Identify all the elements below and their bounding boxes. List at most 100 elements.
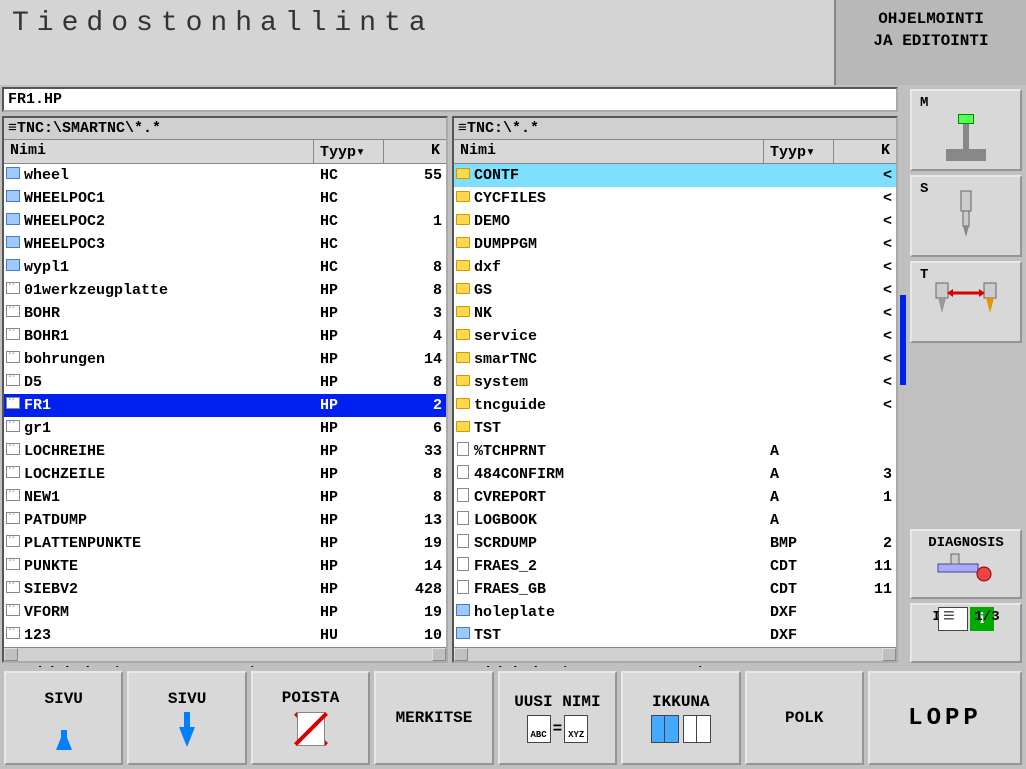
file-icon — [4, 351, 22, 368]
file-row[interactable]: 123 HU 10 — [4, 624, 446, 647]
left-headers[interactable]: Nimi Tyyp▾ K — [4, 140, 446, 164]
window-layout-icon — [651, 715, 711, 743]
end-button[interactable]: LOPP — [868, 671, 1022, 765]
tool-change-icon — [912, 278, 1020, 333]
tool-button[interactable]: T — [910, 261, 1022, 343]
file-icon — [454, 557, 472, 576]
file-row[interactable]: PLATTENPUNKTE HP 19 — [4, 532, 446, 555]
file-row[interactable]: CONTF < — [454, 164, 896, 187]
file-row[interactable]: system < — [454, 371, 896, 394]
window-button[interactable]: IKKUNA — [621, 671, 740, 765]
file-row[interactable]: holeplate DXF — [454, 601, 896, 624]
right-headers[interactable]: Nimi Tyyp▾ K — [454, 140, 896, 164]
page-title: Tiedostonhallinta — [12, 8, 822, 39]
file-row[interactable]: SCRDUMP BMP 2 — [454, 532, 896, 555]
rename-button[interactable]: UUSI NIMI ABC=XYZ — [498, 671, 617, 765]
file-row[interactable]: BOHR1 HP 4 — [4, 325, 446, 348]
file-icon — [4, 236, 22, 253]
side-indicator — [900, 85, 906, 667]
file-row[interactable]: bohrungen HP 14 — [4, 348, 446, 371]
file-icon — [454, 580, 472, 599]
file-row[interactable]: FR1 HP 2 — [4, 394, 446, 417]
file-row[interactable]: BOHR HP 3 — [4, 302, 446, 325]
file-icon — [4, 512, 22, 529]
right-path: ≡TNC:\*.* — [454, 118, 896, 140]
mark-button[interactable]: MERKITSE — [374, 671, 493, 765]
page-up-button[interactable]: SIVU — [4, 671, 123, 765]
file-icon — [4, 420, 22, 437]
softkey-bar: SIVU SIVU POISTA MERKITSE UUSI NIMI ABC=… — [0, 667, 1026, 769]
file-icon — [454, 259, 472, 276]
machine-button[interactable]: M — [910, 89, 1022, 171]
file-icon — [454, 236, 472, 253]
file-row[interactable]: D5 HP 8 — [4, 371, 446, 394]
file-row[interactable]: FRAES_GB CDT 11 — [454, 578, 896, 601]
mode-display: OHJELMOINTI JA EDITOINTI — [836, 0, 1026, 85]
file-row[interactable]: service < — [454, 325, 896, 348]
right-file-list[interactable]: CONTF < CYCFILES < DEMO < DUMPPGM < dxf … — [454, 164, 896, 647]
file-icon — [454, 604, 472, 621]
file-icon — [454, 465, 472, 484]
file-row[interactable]: smarTNC < — [454, 348, 896, 371]
file-row[interactable]: WHEELPOC1 HC — [4, 187, 446, 210]
delete-button[interactable]: POISTA — [251, 671, 370, 765]
file-row[interactable]: %TCHPRNT A — [454, 440, 896, 463]
diagnosis-icon — [912, 549, 1020, 584]
file-icon — [4, 604, 22, 621]
spindle-icon — [912, 189, 1020, 244]
file-row[interactable]: PUNKTE HP 14 — [4, 555, 446, 578]
file-row[interactable]: LOGBOOK A — [454, 509, 896, 532]
left-file-list[interactable]: wheel HC 55 WHEELPOC1 HC WHEELPOC2 HC 1 … — [4, 164, 446, 647]
left-file-panel[interactable]: ≡TNC:\SMARTNC\*.* Nimi Tyyp▾ K wheel HC … — [2, 116, 448, 663]
file-row[interactable]: NK < — [454, 302, 896, 325]
file-icon — [454, 328, 472, 345]
file-row[interactable]: SIEBV2 HP 428 — [4, 578, 446, 601]
file-row[interactable]: 01werkzeugplatte HP 8 — [4, 279, 446, 302]
file-row[interactable]: dxf < — [454, 256, 896, 279]
delete-x-icon — [293, 711, 329, 747]
file-row[interactable]: tncguide < — [454, 394, 896, 417]
file-icon — [4, 328, 22, 345]
file-icon — [4, 466, 22, 483]
scrollbar[interactable] — [454, 647, 896, 661]
file-row[interactable]: NEW1 HP 8 — [4, 486, 446, 509]
scrollbar[interactable] — [4, 647, 446, 661]
file-icon — [454, 190, 472, 207]
file-row[interactable]: LOCHZEILE HP 8 — [4, 463, 446, 486]
file-row[interactable]: DEMO < — [454, 210, 896, 233]
diagnosis-button[interactable]: DIAGNOSIS — [910, 529, 1022, 599]
file-row[interactable]: TST DXF — [454, 624, 896, 647]
arrow-down-icon — [179, 727, 195, 747]
file-row[interactable]: WHEELPOC2 HC 1 — [4, 210, 446, 233]
file-row[interactable]: WHEELPOC3 HC — [4, 233, 446, 256]
file-row[interactable]: GS < — [454, 279, 896, 302]
left-path: ≡TNC:\SMARTNC\*.* — [4, 118, 446, 140]
file-row[interactable]: CYCFILES < — [454, 187, 896, 210]
file-row[interactable]: PATDUMP HP 13 — [4, 509, 446, 532]
file-row[interactable]: TST — [454, 417, 896, 440]
page-down-button[interactable]: SIVU — [127, 671, 246, 765]
file-row[interactable]: FRAES_2 CDT 11 — [454, 555, 896, 578]
file-icon — [4, 581, 22, 598]
file-icon — [4, 489, 22, 506]
file-row[interactable]: LOCHREIHE HP 33 — [4, 440, 446, 463]
file-icon — [454, 167, 472, 184]
right-file-panel[interactable]: ≡TNC:\*.* Nimi Tyyp▾ K CONTF < CYCFILES … — [452, 116, 898, 663]
info-button[interactable]: INFO 1/3 i — [910, 603, 1022, 663]
file-row[interactable]: DUMPPGM < — [454, 233, 896, 256]
file-row[interactable]: wheel HC 55 — [4, 164, 446, 187]
file-row[interactable]: wypl1 HC 8 — [4, 256, 446, 279]
file-icon — [4, 535, 22, 552]
file-icon — [4, 558, 22, 575]
file-row[interactable]: 484CONFIRM A 3 — [454, 463, 896, 486]
path-button[interactable]: POLK — [745, 671, 864, 765]
file-row[interactable]: gr1 HP 6 — [4, 417, 446, 440]
file-icon — [454, 282, 472, 299]
file-icon — [454, 305, 472, 322]
file-icon — [4, 627, 22, 644]
file-row[interactable]: CVREPORT A 1 — [454, 486, 896, 509]
file-row[interactable]: VFORM HP 19 — [4, 601, 446, 624]
file-icon — [454, 374, 472, 391]
file-icon — [4, 213, 22, 230]
spindle-button[interactable]: S — [910, 175, 1022, 257]
